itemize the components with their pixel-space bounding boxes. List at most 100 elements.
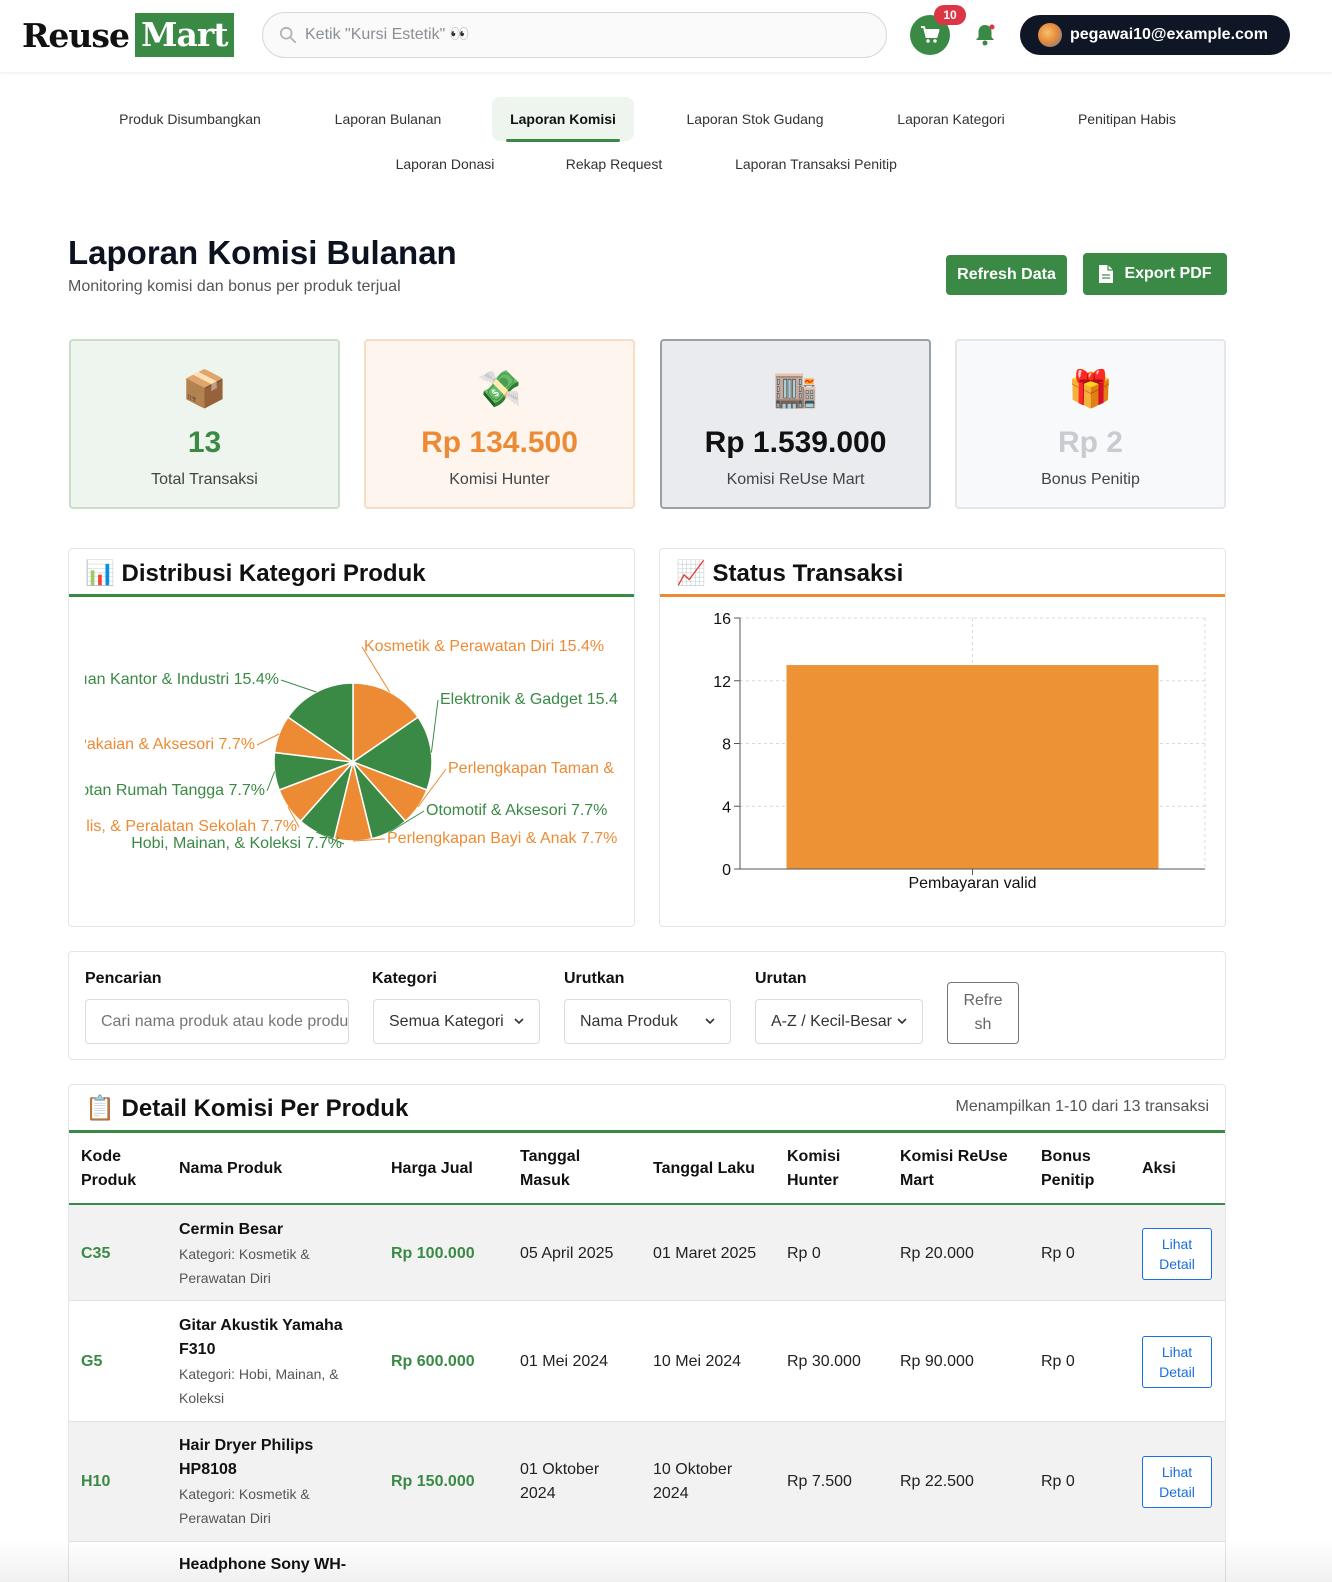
bell-icon[interactable] <box>974 23 996 47</box>
lihat-detail-button[interactable]: Lihat Detail <box>1142 1228 1212 1280</box>
urutkan-select-value: Nama Produk <box>580 1012 678 1030</box>
export-pdf-label: Export PDF <box>1124 265 1212 282</box>
search-filter-label: Pencarian <box>85 970 162 987</box>
komisi-hunter: Rp 7.500 <box>787 1473 852 1490</box>
stat-card-komisi-reuse-mart: 🏬 Rp 1.539.000 Komisi ReUse Mart <box>660 339 931 509</box>
tab-laporan-transaksi-penitip[interactable]: Laporan Transaksi Penitip <box>718 142 914 186</box>
tab-rekap-request[interactable]: Rekap Request <box>552 142 676 186</box>
stat-label: Total Transaksi <box>151 471 258 488</box>
column-header-bonus-penitip: Bonus Penitip <box>1041 1148 1095 1189</box>
product-info: Hair Dryer Philips HP8108 Kategori: Kosm… <box>179 1434 369 1530</box>
product-search-input[interactable] <box>85 999 349 1044</box>
tanggal-laku: 10 Oktober 2024 <box>653 1461 733 1502</box>
bar-chart: 0 4 8 12 16 Pembayaran valid <box>713 611 1206 892</box>
bar[interactable] <box>786 665 1159 869</box>
product-category: Kategori: Kosmetik & <box>179 1246 310 1262</box>
y-tick-label: 12 <box>713 674 731 691</box>
user-menu[interactable]: pegawai10@example.com <box>1020 15 1290 55</box>
pie-chart-title: 📊 Distribusi Kategori Produk <box>85 559 426 587</box>
y-tick-label: 0 <box>722 862 731 879</box>
stat-value: Rp 2 <box>1057 426 1123 459</box>
urutkan-select[interactable]: Nama Produk <box>564 999 731 1044</box>
stat-card-total-transaksi: 📦 13 Total Transaksi <box>69 339 340 509</box>
product-code: G5 <box>81 1353 103 1370</box>
bar-chart-title: 📈 Status Transaksi <box>676 559 904 587</box>
tab-laporan-stok-gudang[interactable]: Laporan Stok Gudang <box>670 97 840 141</box>
kategori-select[interactable]: Semua Kategori <box>373 999 540 1044</box>
komisi-reuse: Rp 22.500 <box>900 1473 974 1490</box>
money-wings-icon: 💸 <box>477 368 522 409</box>
stat-label: Komisi Hunter <box>449 471 550 488</box>
komisi-hunter: Rp 0 <box>787 1245 821 1262</box>
urutan-select[interactable]: A-Z / Kecil-Besar <box>755 999 923 1044</box>
tab-laporan-donasi[interactable]: Laporan Donasi <box>380 142 510 186</box>
tab-laporan-kategori[interactable]: Laporan Kategori <box>880 97 1022 141</box>
column-header-tanggal-laku: Tanggal Laku <box>653 1160 755 1177</box>
logo-text-mart: Mart <box>135 13 234 57</box>
search-bar[interactable] <box>262 12 887 58</box>
logo[interactable]: Reuse Mart <box>22 13 234 57</box>
komisi-reuse: Rp 90.000 <box>900 1353 974 1370</box>
tab-penitipan-habis[interactable]: Penitipan Habis <box>1062 97 1192 141</box>
stat-value: Rp 134.500 <box>421 426 578 459</box>
tab-laporan-komisi[interactable]: Laporan Komisi <box>492 97 634 142</box>
chevron-down-icon <box>514 1018 524 1025</box>
kategori-select-value: Semua Kategori <box>389 1012 504 1030</box>
package-icon: 📦 <box>182 368 227 409</box>
user-email: pegawai10@example.com <box>1070 26 1268 43</box>
product-category-cont: Perawatan Diri <box>179 1510 271 1526</box>
top-navbar: Reuse Mart 10 pegawai10@example.com <box>0 0 1332 72</box>
tanggal-masuk: 05 April 2025 <box>520 1245 614 1262</box>
product-category: Kategori: Hobi, Mainan, & <box>179 1366 339 1382</box>
y-tick-label: 16 <box>713 611 731 628</box>
product-name: Headphone Sony WH- <box>179 1556 347 1573</box>
tanggal-laku: 10 Mei 2024 <box>653 1353 742 1370</box>
cart-icon <box>921 26 940 43</box>
pie-slice-label: Elektronik & Gadget 15.4' <box>440 691 618 708</box>
lihat-detail-button[interactable]: Lihat Detail <box>1142 1456 1212 1508</box>
tab-produk-disumbangkan[interactable]: Produk Disumbangkan <box>100 97 280 141</box>
bar-chart-panel: 📈 Status Transaksi 0 4 8 12 16 Pembayaran val… <box>659 548 1226 927</box>
pie-slice-label: Otomotif & Aksesori 7.7% <box>426 802 607 819</box>
logo-text-reuse: Reuse <box>22 15 130 55</box>
pie-chart: Kosmetik & Perawatan Diri 15.4% Elektroni… <box>85 638 618 852</box>
product-name-cont: HP8108 <box>179 1461 237 1478</box>
chevron-down-icon <box>705 1018 715 1025</box>
urutan-select-value: A-Z / Kecil-Besar <box>771 1012 892 1030</box>
x-tick-label: Pembayaran valid <box>908 875 1036 892</box>
y-tick-label: 8 <box>722 737 731 754</box>
y-tick-label: 4 <box>722 799 731 816</box>
refresh-filter-button[interactable]: Refre sh <box>947 982 1019 1044</box>
pie-slice-label: ılis, & Peralatan Sekolah 7.7% <box>85 818 297 835</box>
product-name: Cermin Besar <box>179 1221 284 1238</box>
column-header-kode: Kode Produk <box>81 1148 137 1189</box>
column-header-harga: Harga Jual <box>391 1160 473 1177</box>
search-input[interactable] <box>305 26 865 44</box>
pie-slice-label: Perlengkapan Bayi & Anak 7.7% <box>387 830 617 847</box>
bonus-penitip: Rp 0 <box>1041 1353 1075 1370</box>
column-header-nama: Nama Produk <box>179 1160 283 1177</box>
komisi-reuse: Rp 20.000 <box>900 1245 974 1262</box>
tanggal-masuk: 01 Oktober 2024 <box>520 1461 600 1502</box>
product-info: Gitar Akustik Yamaha F310 Kategori: Hobi… <box>179 1314 369 1410</box>
lihat-detail-button[interactable]: Lihat Detail <box>1142 1336 1212 1388</box>
chevron-down-icon <box>897 1018 907 1025</box>
refresh-data-button[interactable]: Refresh Data <box>946 255 1067 295</box>
tab-laporan-bulanan[interactable]: Laporan Bulanan <box>318 97 458 141</box>
avatar <box>1038 23 1062 47</box>
page-subtitle: Monitoring komisi dan bonus per produk t… <box>68 278 401 295</box>
product-category-cont: Perawatan Diri <box>179 1270 271 1286</box>
stat-card-komisi-hunter: 💸 Rp 134.500 Komisi Hunter <box>364 339 635 509</box>
pie-slice-label: Hobi, Mainan, & Koleksi 7.7% <box>131 835 342 852</box>
product-price: Rp 150.000 <box>391 1473 475 1490</box>
pie-slice-label: Kosmetik & Perawatan Diri 15.4% <box>364 638 604 655</box>
refresh-filter-label-2: sh <box>974 1016 992 1033</box>
tanggal-laku: 01 Maret 2025 <box>653 1245 757 1262</box>
pie-chart-panel: 📊 Distribusi Kategori Produk Kosmetik & … <box>68 548 635 927</box>
export-pdf-button[interactable]: Export PDF <box>1083 253 1227 295</box>
product-name-cont: F310 <box>179 1341 216 1358</box>
pie-slice-label: ıan Kantor & Industri 15.4% <box>85 671 279 688</box>
column-header-komisi-hunter: Komisi Hunter <box>787 1148 841 1189</box>
product-code: C35 <box>81 1245 111 1262</box>
gift-icon: 🎁 <box>1068 368 1113 409</box>
